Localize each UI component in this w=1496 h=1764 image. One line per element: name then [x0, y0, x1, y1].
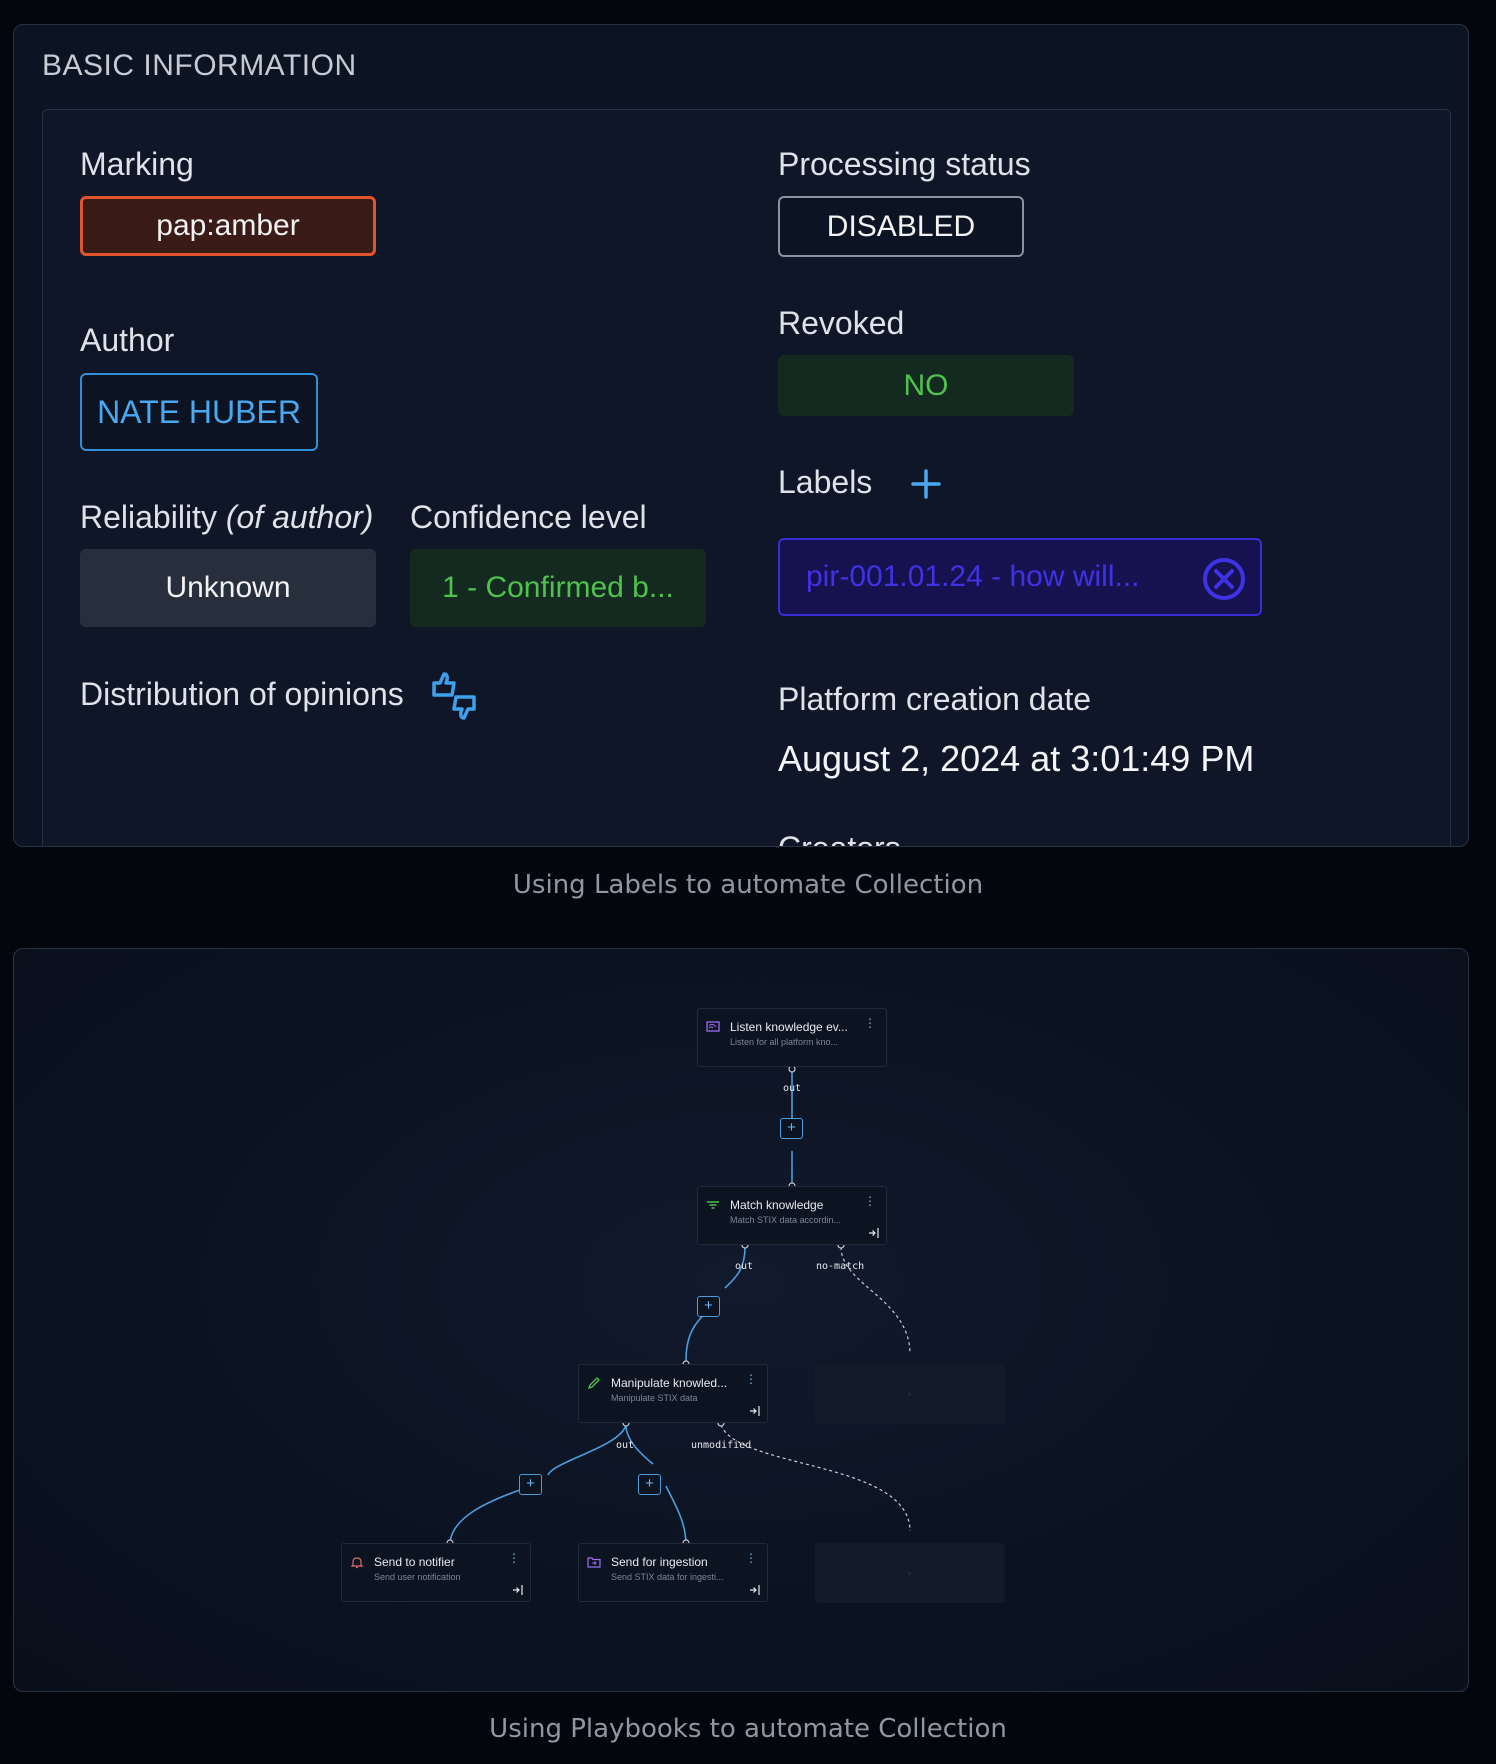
node-send-for-ingestion[interactable]: Send for ingestion Send STIX data for in…: [578, 1543, 768, 1602]
revoked-chip: NO: [778, 355, 1074, 416]
node-match-knowledge[interactable]: Match knowledge Match STIX data accordin…: [697, 1186, 887, 1245]
add-component-button[interactable]: +: [780, 1118, 803, 1139]
basic-information-panel: Marking pap:amber Processing status DISA…: [42, 109, 1451, 846]
port-label-no-match: no-match: [816, 1261, 865, 1272]
port-label-out: out: [783, 1083, 802, 1094]
bell-icon: [350, 1557, 364, 1569]
node-subtitle: Send user notification: [374, 1572, 461, 1582]
processing-status-label: Processing status: [778, 146, 1031, 182]
add-label-icon[interactable]: [910, 468, 942, 500]
node-manipulate-knowledge[interactable]: Manipulate knowled... Manipulate STIX da…: [578, 1364, 768, 1423]
node-listen-knowledge[interactable]: Listen knowledge ev... Listen for all pl…: [697, 1008, 887, 1067]
enter-icon[interactable]: [748, 1584, 761, 1596]
node-title: Manipulate knowled...: [611, 1376, 728, 1390]
marking-chip: pap:amber: [80, 196, 376, 256]
revoked-label: Revoked: [778, 305, 905, 341]
folder-icon: [587, 1557, 601, 1568]
placeholder-plus-icon: +: [907, 1569, 912, 1578]
node-subtitle: Send STIX data for ingesti...: [611, 1572, 724, 1582]
thumbs-up-down-icon[interactable]: [430, 671, 482, 723]
playbook-screenshot: Listen knowledge ev... Listen for all pl…: [13, 948, 1469, 1692]
confidence-level-chip: 1 - Confirmed b...: [410, 549, 706, 627]
marking-label: Marking: [80, 146, 194, 182]
placeholder-node[interactable]: +: [815, 1364, 1005, 1424]
node-subtitle: Match STIX data accordin...: [730, 1215, 842, 1225]
platform-creation-date-value: August 2, 2024 at 3:01:49 PM: [778, 738, 1255, 779]
port-label-out: out: [616, 1440, 635, 1451]
section-title: BASIC INFORMATION: [42, 49, 357, 82]
placeholder-node[interactable]: +: [815, 1543, 1005, 1603]
remove-label-icon[interactable]: [1202, 557, 1246, 601]
node-title: Send for ingestion: [611, 1555, 708, 1569]
confidence-level-label: Confidence level: [410, 499, 647, 535]
broadcast-icon: [706, 1021, 720, 1032]
processing-status-chip[interactable]: DISABLED: [778, 196, 1024, 257]
caption-labels: Using Labels to automate Collection: [512, 870, 984, 900]
caption-playbooks: Using Playbooks to automate Collection: [489, 1714, 1007, 1744]
add-component-button[interactable]: +: [638, 1474, 661, 1495]
node-subtitle: Listen for all platform kno...: [730, 1037, 839, 1047]
kebab-menu-icon[interactable]: ⋮: [745, 1372, 757, 1386]
node-send-to-notifier[interactable]: Send to notifier Send user notification …: [341, 1543, 531, 1602]
reliability-label-text: Reliability: [80, 499, 217, 535]
filter-icon: [707, 1201, 719, 1209]
node-subtitle: Manipulate STIX data: [611, 1393, 698, 1403]
enter-icon[interactable]: [748, 1405, 761, 1417]
pencil-icon: [587, 1377, 600, 1389]
reliability-label: Reliability (of author): [80, 499, 373, 536]
reliability-chip: Unknown: [80, 549, 376, 627]
label-chip[interactable]: pir-001.01.24 - how will...: [778, 538, 1262, 616]
distribution-of-opinions-label: Distribution of opinions: [80, 676, 404, 712]
port-label-unmodified: unmodified: [691, 1440, 752, 1451]
add-component-button[interactable]: +: [697, 1296, 720, 1317]
kebab-menu-icon[interactable]: ⋮: [508, 1551, 520, 1565]
kebab-menu-icon[interactable]: ⋮: [864, 1016, 876, 1030]
reliability-label-suffix: (of author): [225, 499, 374, 535]
node-title: Match knowledge: [730, 1198, 824, 1212]
port-label-out: out: [735, 1261, 754, 1272]
author-label: Author: [80, 322, 175, 358]
kebab-menu-icon[interactable]: ⋮: [864, 1194, 876, 1208]
platform-creation-date-label: Platform creation date: [778, 681, 1092, 717]
placeholder-plus-icon: +: [907, 1390, 912, 1399]
creators-label: Creators: [778, 830, 901, 846]
author-chip[interactable]: NATE HUBER: [80, 373, 318, 451]
enter-icon[interactable]: [867, 1227, 880, 1239]
basic-information-screenshot: BASIC INFORMATION Marking pap:amber Proc…: [13, 24, 1469, 847]
label-chip-text: pir-001.01.24 - how will...: [806, 560, 1140, 593]
node-title: Listen knowledge ev...: [730, 1020, 848, 1034]
add-component-button[interactable]: +: [519, 1474, 542, 1495]
labels-label: Labels: [778, 464, 873, 500]
kebab-menu-icon[interactable]: ⋮: [745, 1551, 757, 1565]
node-title: Send to notifier: [374, 1555, 455, 1569]
enter-icon[interactable]: [511, 1584, 524, 1596]
